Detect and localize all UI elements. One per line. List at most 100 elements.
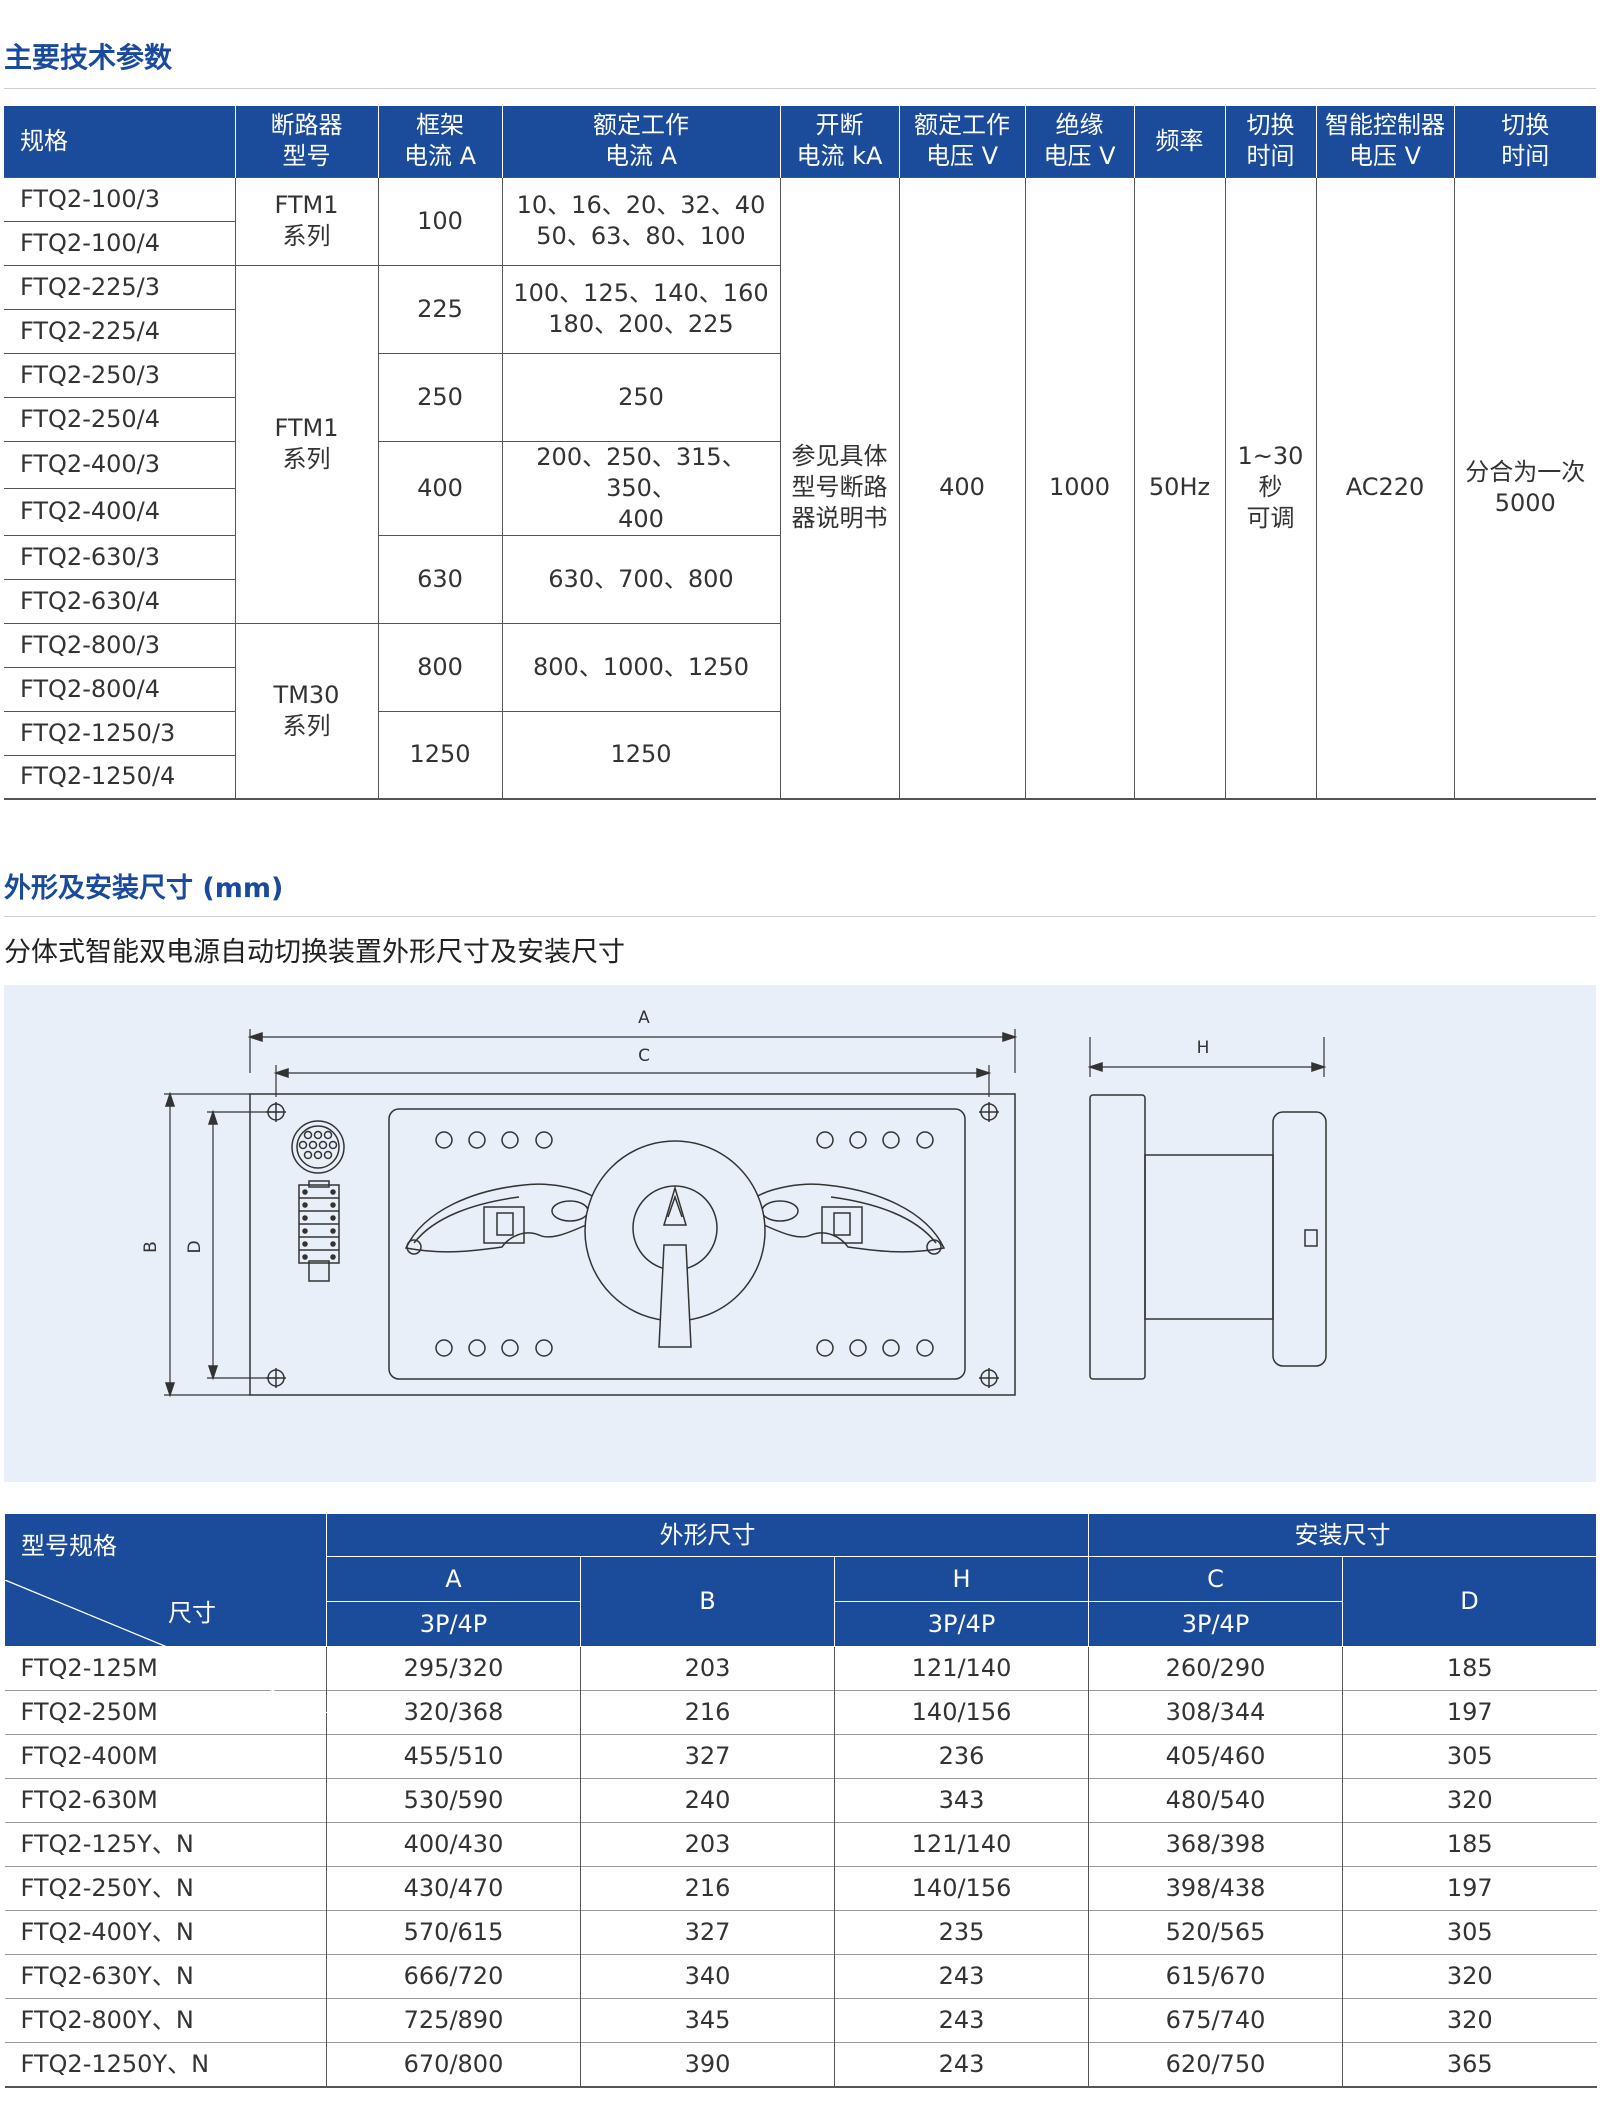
- header-insulation: 绝缘 电压 V: [1024, 106, 1134, 177]
- value-cell: 327: [580, 1910, 835, 1955]
- dim-label-b: B: [141, 1241, 161, 1253]
- breaking-cell: 参见具体 型号断路 器说明书: [779, 176, 900, 800]
- rated-current-cell: 10、16、20、32、40 50、63、80、100: [501, 176, 781, 266]
- value-cell: 530/590: [326, 1778, 581, 1823]
- value-cell: 216: [580, 1866, 835, 1911]
- value-cell: 140/156: [833, 1690, 1089, 1735]
- table-row: FTQ2-125Y、N 400/430 203 121/140 368/398 185: [4, 1822, 1597, 1867]
- value-cell: 243: [833, 1954, 1089, 1999]
- diagram-subtitle: 分体式智能双电源自动切换装置外形尺寸及安装尺寸: [4, 937, 625, 968]
- col-d: D: [1342, 1556, 1598, 1647]
- outline-drawing: A C B D H: [141, 1008, 1327, 1398]
- table-row: FTQ2-630M 530/590 240 343 480/540 320: [4, 1778, 1597, 1823]
- breaker-cell: FTM1 系列: [234, 264, 379, 624]
- terminal-block: [298, 1180, 340, 1282]
- breaker-cell: FTM1 系列: [234, 176, 379, 266]
- spec-cell: FTQ2-800/4: [4, 666, 236, 712]
- frame-cell: 225: [377, 264, 503, 354]
- connector-socket: [291, 1120, 345, 1174]
- value-cell: 240: [580, 1778, 835, 1823]
- table-row: FTQ2-800Y、N 725/890 345 243 675/740 320: [4, 1998, 1597, 2043]
- value-cell: 203: [580, 1822, 835, 1867]
- model-cell: FTQ2-630Y、N: [4, 1954, 327, 1999]
- value-cell: 398/438: [1088, 1866, 1343, 1911]
- value-cell: 343: [833, 1778, 1089, 1823]
- header-controller: 智能控制器 电压 V: [1315, 106, 1454, 177]
- frame-cell: 250: [377, 352, 503, 442]
- value-cell: 570/615: [326, 1910, 581, 1955]
- frame-cell: 100: [377, 176, 503, 266]
- header-frame: 框架 电流 A: [377, 106, 502, 177]
- sub-c: 3P/4P: [1088, 1601, 1344, 1647]
- side-view: H: [1087, 1037, 1327, 1380]
- value-cell: 455/510: [326, 1734, 581, 1779]
- section-divider: [4, 88, 1596, 89]
- diagram-panel: A C B D H: [4, 985, 1596, 1482]
- spec-cell: FTQ2-400/4: [4, 487, 236, 536]
- frame-cell: 400: [377, 440, 503, 536]
- value-cell: 725/890: [326, 1998, 581, 2043]
- value-cell: 305: [1342, 1910, 1597, 1955]
- value-cell: 327: [580, 1734, 835, 1779]
- dim-label-d: D: [185, 1240, 205, 1253]
- dim-label-h: H: [1197, 1038, 1210, 1058]
- spec-cell: FTQ2-250/3: [4, 352, 236, 398]
- table-row: FTQ2-630Y、N 666/720 340 243 615/670 320: [4, 1954, 1597, 1999]
- value-cell: 235: [833, 1910, 1089, 1955]
- table-corner: 尺寸 型号规格: [4, 1513, 327, 1713]
- frame-cell: 1250: [377, 710, 503, 800]
- model-cell: FTQ2-250Y、N: [4, 1866, 327, 1911]
- header-spec: 规格: [4, 106, 235, 177]
- rated-current-cell: 800、1000、1250: [501, 622, 781, 712]
- value-cell: 243: [833, 2042, 1089, 2087]
- model-cell: FTQ2-400Y、N: [4, 1910, 327, 1955]
- controller-cell: AC220: [1315, 176, 1455, 800]
- corner-label-size: 尺寸: [168, 1599, 216, 1627]
- frame-cell: 800: [377, 622, 503, 712]
- value-cell: 615/670: [1088, 1954, 1343, 1999]
- table-row: FTQ2-250Y、N 430/470 216 140/156 398/438 197: [4, 1866, 1597, 1911]
- value-cell: 675/740: [1088, 1998, 1343, 2043]
- value-cell: 203: [580, 1646, 835, 1691]
- value-cell: 666/720: [326, 1954, 581, 1999]
- value-cell: 243: [833, 1998, 1089, 2043]
- header-switch-count: 切换 时间: [1453, 106, 1596, 177]
- value-cell: 197: [1342, 1866, 1597, 1911]
- dimensions-table: 尺寸 型号规格 外形尺寸 安装尺寸 A B H C D 3P/4P 3P/4P …: [4, 1513, 1598, 2088]
- right-lever-wing: [755, 1183, 946, 1255]
- dim-label-a: A: [638, 1008, 650, 1028]
- spec-cell: FTQ2-250/4: [4, 396, 236, 442]
- value-cell: 121/140: [833, 1646, 1089, 1691]
- spec-cell: FTQ2-1250/4: [4, 754, 236, 800]
- value-cell: 185: [1342, 1646, 1597, 1691]
- header-rated-voltage: 额定工作 电压 V: [898, 106, 1025, 177]
- value-cell: 620/750: [1088, 2042, 1343, 2087]
- value-cell: 320/368: [326, 1690, 581, 1735]
- value-cell: 320: [1342, 1954, 1597, 1999]
- spec-cell: FTQ2-1250/3: [4, 710, 236, 756]
- value-cell: 390: [580, 2042, 835, 2087]
- spec-cell: FTQ2-400/3: [4, 440, 236, 489]
- value-cell: 430/470: [326, 1866, 581, 1911]
- header-switch-time: 切换 时间: [1224, 106, 1316, 177]
- spec-cell: FTQ2-100/3: [4, 176, 236, 222]
- value-cell: 308/344: [1088, 1690, 1343, 1735]
- value-cell: 260/290: [1088, 1646, 1343, 1691]
- col-c: C: [1088, 1556, 1344, 1602]
- group-install-size: 安装尺寸: [1088, 1513, 1598, 1557]
- spec-cell: FTQ2-100/4: [4, 220, 236, 266]
- value-cell: 236: [833, 1734, 1089, 1779]
- value-cell: 345: [580, 1998, 835, 2043]
- value-cell: 670/800: [326, 2042, 581, 2087]
- value-cell: 305: [1342, 1734, 1597, 1779]
- value-cell: 365: [1342, 2042, 1597, 2087]
- model-cell: FTQ2-630M: [4, 1778, 327, 1823]
- value-cell: 520/565: [1088, 1910, 1343, 1955]
- spec-cell: FTQ2-225/3: [4, 264, 236, 310]
- value-cell: 400/430: [326, 1822, 581, 1867]
- section-title-params: 主要技术参数: [4, 41, 173, 74]
- sub-a: 3P/4P: [326, 1601, 581, 1647]
- header-breaker: 断路器 型号: [234, 106, 378, 177]
- rated-current-cell: 250: [501, 352, 781, 442]
- value-cell: 197: [1342, 1690, 1597, 1735]
